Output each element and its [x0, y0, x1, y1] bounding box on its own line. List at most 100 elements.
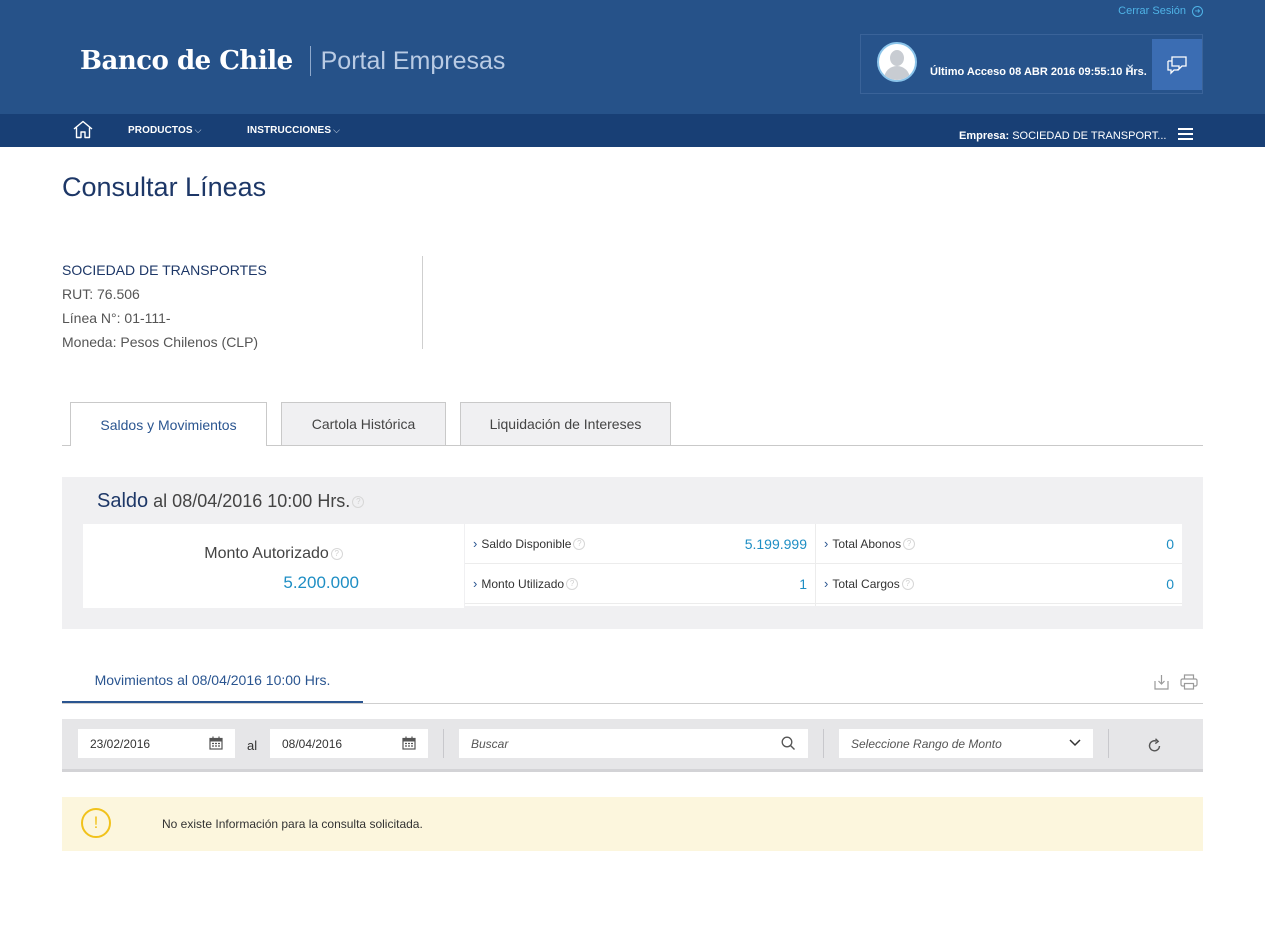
- info-divider: [422, 256, 423, 349]
- nav-instrucciones-label[interactable]: INSTRUCCIONES: [247, 125, 331, 136]
- monto-autorizado-value: 5.200.000: [283, 573, 359, 592]
- date-separator: al: [247, 738, 258, 753]
- last-access-text: Último Acceso 08 ABR 2016 09:55:10 Hrs. …: [930, 63, 1147, 78]
- chevron-right-icon: ›: [824, 536, 829, 551]
- main-nav: PRODUCTOS ⌵ INSTRUCCIONES ⌵ Empresa: SOCIE…: [0, 114, 1265, 147]
- refresh-button[interactable]: [1147, 738, 1162, 758]
- logout-label[interactable]: Cerrar Sesión: [1118, 5, 1186, 17]
- search-placeholder[interactable]: Buscar: [471, 737, 508, 751]
- filter-divider: [443, 729, 444, 758]
- chevron-right-icon: ›: [473, 536, 478, 551]
- monto-utilizado-label: Monto Utilizado: [481, 576, 565, 591]
- total-abonos-row[interactable]: › Total Abonos? 0: [816, 524, 1182, 564]
- monto-autorizado-card: Monto Autorizado? 5.200.000: [83, 524, 464, 608]
- help-icon[interactable]: ?: [573, 537, 586, 550]
- brand-separator: [309, 46, 311, 76]
- monto-utilizado-value: 1: [799, 575, 807, 592]
- moneda-text: Moneda: Pesos Chilenos (CLP): [62, 334, 259, 350]
- avatar[interactable]: [877, 42, 917, 82]
- nav-productos-label[interactable]: PRODUCTOS: [128, 125, 193, 136]
- tab-liquidacion-intereses[interactable]: Liquidación de Intereses: [460, 402, 671, 445]
- monto-autorizado-label: Monto Autorizado: [204, 545, 329, 562]
- print-icon: [1180, 674, 1198, 690]
- help-icon[interactable]: ?: [330, 547, 343, 560]
- chat-button[interactable]: [1152, 39, 1202, 90]
- monto-autorizado: Monto Autorizado?: [83, 545, 464, 563]
- chat-icon: [1167, 55, 1187, 75]
- total-cargos-label: Total Cargos: [832, 576, 900, 591]
- help-icon[interactable]: ?: [901, 577, 914, 590]
- bank-logo[interactable]: Banco de Chile: [80, 46, 293, 76]
- logout-link[interactable]: Cerrar Sesión ➜: [1118, 5, 1203, 17]
- date-from-value[interactable]: 23/02/2016: [90, 737, 150, 751]
- filter-divider: [1108, 729, 1109, 758]
- calendar-icon[interactable]: [402, 736, 416, 750]
- saldo-disponible-label: Saldo Disponible: [481, 536, 572, 551]
- user-panel: Último Acceso 08 ABR 2016 09:55:10 Hrs. …: [860, 34, 1203, 94]
- refresh-icon: [1148, 738, 1161, 752]
- filter-divider: [823, 729, 824, 758]
- avatar-body-shape: [884, 66, 910, 80]
- top-header: Cerrar Sesión ➜ Banco de Chile Portal Em…: [0, 0, 1265, 114]
- no-data-alert: ! No existe Información para la consulta…: [62, 797, 1203, 851]
- chevron-right-icon: ›: [824, 576, 829, 591]
- search-input[interactable]: Buscar: [459, 729, 808, 758]
- last-access-label: Último Acceso 08 ABR 2016 09:55:10 Hrs.: [930, 66, 1147, 78]
- brand[interactable]: Banco de Chile Portal Empresas: [80, 46, 505, 76]
- date-to-value[interactable]: 08/04/2016: [282, 737, 342, 751]
- total-cargos-value: 0: [1166, 575, 1174, 592]
- filter-bar: 23/02/2016 al 08/04/2016 Buscar Seleccio…: [62, 719, 1203, 772]
- chevron-down-icon: ⌵: [194, 125, 202, 135]
- amount-range-select[interactable]: Seleccione Rango de Monto: [839, 729, 1093, 758]
- avatar-head-shape: [890, 50, 904, 66]
- help-icon[interactable]: ?: [903, 537, 916, 550]
- total-abonos-value: 0: [1166, 535, 1174, 552]
- total-abonos-label: Total Abonos: [832, 536, 902, 551]
- nav-instrucciones[interactable]: INSTRUCCIONES ⌵: [247, 125, 340, 136]
- download-button[interactable]: [1154, 674, 1169, 695]
- tab-saldos-movimientos[interactable]: Saldos y Movimientos: [70, 402, 267, 446]
- date-from-input[interactable]: 23/02/2016: [78, 729, 235, 758]
- linea-text: Línea N°: 01-111-: [62, 310, 171, 326]
- saldo-title: Saldo al 08/04/2016 10:00 Hrs.?: [97, 490, 365, 513]
- movimientos-tab-label[interactable]: Movimientos al 08/04/2016 10:00 Hrs.: [95, 672, 331, 688]
- movimientos-baseline: [62, 703, 1203, 704]
- home-icon: [73, 120, 93, 139]
- saldo-disponible-value: 5.199.999: [744, 535, 807, 552]
- chevron-down-icon[interactable]: [1069, 739, 1081, 747]
- empresa-selector[interactable]: Empresa: SOCIEDAD DE TRANSPORT...: [959, 130, 1166, 142]
- chevron-down-icon: ⌵: [333, 125, 341, 135]
- empresa-value[interactable]: SOCIEDAD DE TRANSPORT...: [1012, 130, 1166, 142]
- print-button[interactable]: [1180, 674, 1198, 695]
- amount-range-placeholder[interactable]: Seleccione Rango de Monto: [851, 737, 1002, 751]
- saldo-panel: Saldo al 08/04/2016 10:00 Hrs.? Monto Au…: [62, 477, 1203, 629]
- nav-productos[interactable]: PRODUCTOS ⌵: [128, 125, 202, 136]
- total-cargos-row[interactable]: › Total Cargos? 0: [816, 564, 1182, 604]
- saldo-label: Saldo: [97, 490, 149, 512]
- search-icon[interactable]: [781, 736, 796, 751]
- alert-message: No existe Información para la consulta s…: [162, 817, 423, 831]
- warning-icon: !: [81, 808, 111, 838]
- chevron-right-icon: ›: [473, 576, 478, 591]
- page-title: Consultar Líneas: [62, 172, 267, 202]
- saldo-date: al 08/04/2016 10:00 Hrs.: [153, 491, 351, 511]
- home-button[interactable]: [72, 120, 94, 144]
- logout-icon[interactable]: ➜: [1192, 5, 1203, 17]
- empresa-label: Empresa:: [959, 130, 1010, 142]
- rut-text: RUT: 76.506: [62, 286, 140, 302]
- account-info: SOCIEDAD DE TRANSPORTES RUT: 76.506 Líne…: [62, 258, 267, 354]
- portal-name: Portal Empresas: [320, 46, 506, 75]
- tab-cartola-historica[interactable]: Cartola Histórica: [281, 402, 446, 445]
- monto-utilizado-row[interactable]: › Monto Utilizado? 1: [465, 564, 815, 604]
- saldo-grid: › Saldo Disponible? 5.199.999 › Total Ab…: [465, 524, 1182, 606]
- calendar-icon[interactable]: [209, 736, 223, 750]
- tab-movimientos[interactable]: Movimientos al 08/04/2016 10:00 Hrs.: [62, 660, 363, 704]
- company-name: SOCIEDAD DE TRANSPORTES: [62, 262, 267, 278]
- help-icon[interactable]: ?: [352, 496, 365, 509]
- menu-icon[interactable]: [1178, 128, 1193, 143]
- close-icon[interactable]: ✕: [1126, 63, 1134, 74]
- date-to-input[interactable]: 08/04/2016: [270, 729, 428, 758]
- saldo-disponible-row[interactable]: › Saldo Disponible? 5.199.999: [465, 524, 815, 564]
- help-icon[interactable]: ?: [566, 577, 579, 590]
- download-icon: [1154, 675, 1169, 690]
